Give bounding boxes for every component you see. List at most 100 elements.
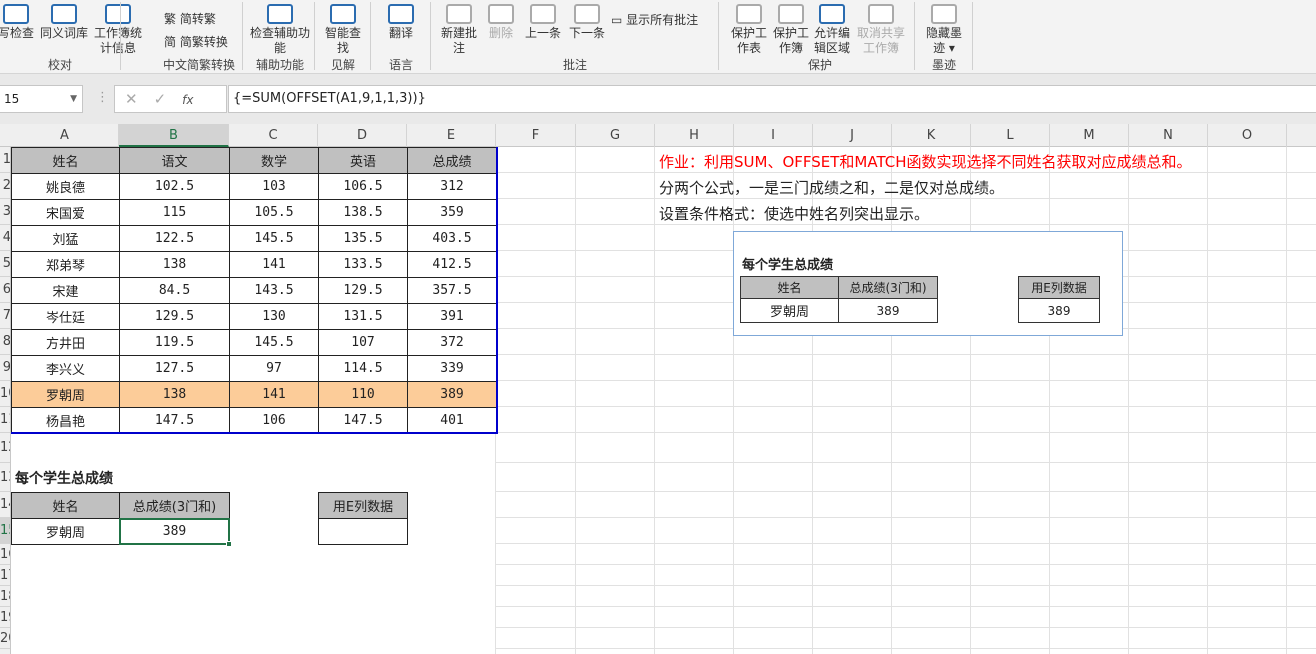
- summary-total-header[interactable]: 总成绩(3门和): [119, 492, 230, 519]
- row-header-10[interactable]: 10: [0, 381, 10, 407]
- table-cell[interactable]: 339: [407, 355, 497, 382]
- smart-lookup-button[interactable]: 智能查找: [320, 4, 366, 56]
- summary-e-value-cell[interactable]: [318, 518, 408, 545]
- row-header-6[interactable]: 6: [0, 277, 10, 303]
- table-cell[interactable]: 129.5: [119, 303, 230, 330]
- column-header-D[interactable]: D: [318, 124, 407, 147]
- summary-total-cell[interactable]: 389: [119, 518, 230, 545]
- summary-name-header[interactable]: 姓名: [11, 492, 120, 519]
- table-cell[interactable]: 127.5: [119, 355, 230, 382]
- protect-workbook-button[interactable]: 保护工作簿: [772, 4, 810, 56]
- cancel-icon[interactable]: ✕: [125, 90, 154, 108]
- table-cell[interactable]: 145.5: [229, 225, 319, 252]
- table-cell[interactable]: 97: [229, 355, 319, 382]
- delete-comment-button[interactable]: 删除: [482, 4, 520, 41]
- insert-function-icon[interactable]: fx: [182, 93, 193, 107]
- table-cell[interactable]: 129.5: [318, 277, 408, 304]
- table-cell[interactable]: 105.5: [229, 199, 319, 226]
- table-cell[interactable]: 杨昌艳: [11, 407, 120, 434]
- row-header-17[interactable]: 17: [0, 565, 10, 586]
- table-cell[interactable]: 罗朝周: [11, 381, 120, 408]
- row-header-2[interactable]: 2: [0, 173, 10, 199]
- column-header-F[interactable]: F: [496, 124, 576, 147]
- column-header-B[interactable]: B: [119, 124, 229, 147]
- table-cell[interactable]: 110: [318, 381, 408, 408]
- column-header-C[interactable]: C: [229, 124, 318, 147]
- table-header-cell[interactable]: 姓名: [11, 147, 120, 174]
- row-header-1[interactable]: 1: [0, 147, 10, 173]
- table-cell[interactable]: 138: [119, 251, 230, 278]
- table-cell[interactable]: 84.5: [119, 277, 230, 304]
- unshare-workbook-button[interactable]: 取消共享工作簿: [855, 4, 907, 56]
- allow-edit-ranges-button[interactable]: 允许编辑区域: [813, 4, 851, 56]
- table-cell[interactable]: 114.5: [318, 355, 408, 382]
- column-header-O[interactable]: O: [1208, 124, 1287, 147]
- row-header-5[interactable]: 5: [0, 251, 10, 277]
- table-cell[interactable]: 141: [229, 251, 319, 278]
- table-cell[interactable]: 刘猛: [11, 225, 120, 252]
- fill-handle[interactable]: [226, 541, 232, 547]
- column-header-M[interactable]: M: [1050, 124, 1129, 147]
- check-accessibility-button[interactable]: 检查辅助功能: [250, 4, 310, 56]
- table-header-cell[interactable]: 数学: [229, 147, 319, 174]
- row-header-11[interactable]: 11: [0, 407, 10, 433]
- row-header-13[interactable]: 13: [0, 463, 10, 492]
- table-cell[interactable]: 102.5: [119, 173, 230, 200]
- column-header-L[interactable]: L: [971, 124, 1050, 147]
- table-cell[interactable]: 312: [407, 173, 497, 200]
- name-box[interactable]: 15 ▼: [0, 85, 83, 113]
- column-header-E[interactable]: E: [407, 124, 496, 147]
- row-header-18[interactable]: 18: [0, 586, 10, 607]
- row-header-9[interactable]: 9: [0, 355, 10, 381]
- table-cell[interactable]: 412.5: [407, 251, 497, 278]
- table-cell[interactable]: 138.5: [318, 199, 408, 226]
- table-cell[interactable]: 姚良德: [11, 173, 120, 200]
- row-header-16[interactable]: 16: [0, 544, 10, 565]
- table-cell[interactable]: 方井田: [11, 329, 120, 356]
- table-cell[interactable]: 141: [229, 381, 319, 408]
- table-header-cell[interactable]: 英语: [318, 147, 408, 174]
- table-cell[interactable]: 401: [407, 407, 497, 434]
- enter-icon[interactable]: ✓: [154, 90, 183, 108]
- table-cell[interactable]: 372: [407, 329, 497, 356]
- column-header-H[interactable]: H: [655, 124, 734, 147]
- table-cell[interactable]: 郑弟琴: [11, 251, 120, 278]
- spell-check-button[interactable]: 写检查: [0, 4, 36, 41]
- table-cell[interactable]: 147.5: [119, 407, 230, 434]
- table-cell[interactable]: 403.5: [407, 225, 497, 252]
- table-cell[interactable]: 宋国爱: [11, 199, 120, 226]
- formula-input[interactable]: {=SUM(OFFSET(A1,9,1,1,3))}: [228, 85, 1316, 113]
- table-cell[interactable]: 103: [229, 173, 319, 200]
- chevron-down-icon[interactable]: ▼: [70, 86, 77, 112]
- table-cell[interactable]: 133.5: [318, 251, 408, 278]
- table-cell[interactable]: 389: [407, 381, 497, 408]
- row-header-4[interactable]: 4: [0, 225, 10, 251]
- table-cell[interactable]: 147.5: [318, 407, 408, 434]
- column-header-I[interactable]: I: [734, 124, 813, 147]
- next-comment-button[interactable]: 下一条: [566, 4, 608, 41]
- table-cell[interactable]: 143.5: [229, 277, 319, 304]
- table-header-cell[interactable]: 语文: [119, 147, 230, 174]
- table-cell[interactable]: 391: [407, 303, 497, 330]
- table-cell[interactable]: 106.5: [318, 173, 408, 200]
- workbook-stats-button[interactable]: 工作簿统计信息: [92, 4, 144, 56]
- table-cell[interactable]: 李兴义: [11, 355, 120, 382]
- to-traditional-button[interactable]: 繁 简转繁: [164, 10, 216, 27]
- table-cell[interactable]: 138: [119, 381, 230, 408]
- drag-handle-icon[interactable]: ⋮: [96, 90, 109, 105]
- table-cell[interactable]: 122.5: [119, 225, 230, 252]
- column-header-A[interactable]: A: [11, 124, 119, 147]
- row-header-14[interactable]: 14: [0, 492, 10, 518]
- table-cell[interactable]: 357.5: [407, 277, 497, 304]
- thesaurus-button[interactable]: 同义词库: [38, 4, 90, 41]
- prev-comment-button[interactable]: 上一条: [522, 4, 564, 41]
- show-all-comments-button[interactable]: ▭ 显示所有批注: [611, 11, 698, 28]
- convert-button[interactable]: 简 简繁转换: [164, 33, 228, 50]
- table-cell[interactable]: 宋建: [11, 277, 120, 304]
- row-header-12[interactable]: 12: [0, 433, 10, 463]
- table-cell[interactable]: 131.5: [318, 303, 408, 330]
- hide-ink-button[interactable]: 隐藏墨迹 ▾: [922, 4, 966, 56]
- row-header-19[interactable]: 19: [0, 607, 10, 628]
- picture-snapshot[interactable]: 每个学生总成绩 姓名 总成绩(3门和) 罗朝周 389 用E列数据 389: [733, 231, 1123, 336]
- column-header-K[interactable]: K: [892, 124, 971, 147]
